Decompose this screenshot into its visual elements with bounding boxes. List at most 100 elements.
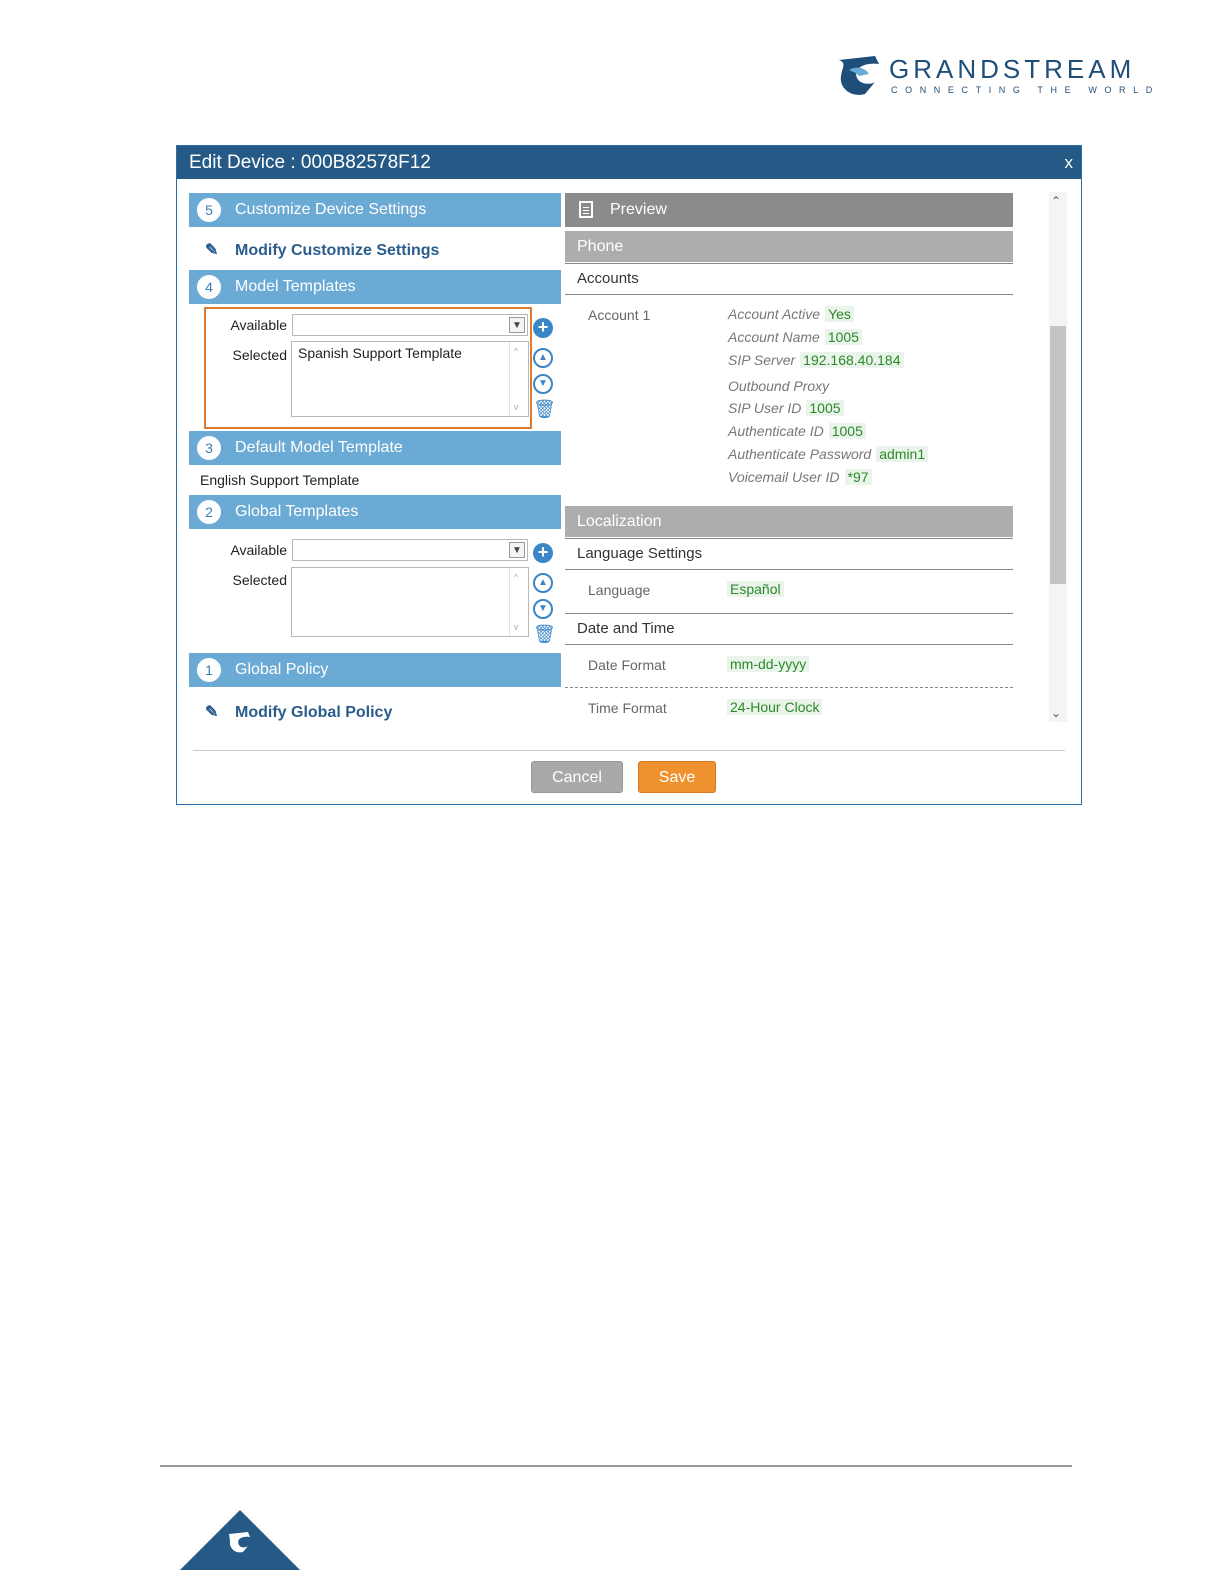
- field-authenticate-password: Authenticate Password admin1: [728, 446, 929, 462]
- grandstream-mark-icon: [229, 1532, 250, 1553]
- section-label: Customize Device Settings: [235, 201, 427, 218]
- time-format-key: Time Format: [588, 700, 667, 716]
- field-sip-user-id: SIP User ID 1005: [728, 400, 844, 416]
- field-value: admin1: [876, 446, 929, 462]
- field-value: 192.168.40.184: [800, 352, 904, 368]
- modify-customize-settings-link[interactable]: ✎ Modify Customize Settings: [205, 240, 439, 260]
- field-value: Yes: [825, 306, 854, 322]
- global-selected-list[interactable]: ^ v: [291, 567, 529, 637]
- section-global-policy[interactable]: 1 Global Policy: [189, 653, 561, 687]
- pencil-icon: ✎: [205, 704, 219, 721]
- step-number: 5: [197, 198, 221, 222]
- save-button[interactable]: Save: [638, 761, 716, 793]
- link-label: Modify Global Policy: [235, 704, 393, 721]
- preview-header: Preview: [565, 193, 1013, 227]
- field-account-name: Account Name 1005: [728, 329, 862, 345]
- list-scrollbar[interactable]: ^ v: [509, 568, 528, 636]
- scroll-up-icon[interactable]: ⌃: [1051, 194, 1061, 208]
- move-up-icon[interactable]: ▲: [533, 348, 553, 368]
- available-label: Available: [230, 317, 287, 333]
- pencil-icon: ✎: [205, 242, 219, 259]
- field-account-active: Account Active Yes: [728, 306, 854, 322]
- field-authenticate-id: Authenticate ID 1005: [728, 423, 866, 439]
- chevron-down-icon[interactable]: ▼: [509, 317, 525, 333]
- section-model-templates[interactable]: 4 Model Templates: [189, 270, 561, 304]
- available-label: Available: [230, 542, 287, 558]
- section-label: Localization: [577, 513, 662, 530]
- step-number: 1: [197, 658, 221, 682]
- dialog-title: Edit Device : 000B82578F12: [189, 152, 431, 173]
- field-outbound-proxy: Outbound Proxy: [728, 378, 846, 394]
- field-key: Voicemail User ID: [728, 469, 840, 485]
- step-number: 2: [197, 500, 221, 524]
- scrollbar-thumb[interactable]: [1050, 326, 1066, 584]
- field-value: 1005: [824, 329, 862, 345]
- field-key: Account Name: [728, 329, 820, 345]
- date-format-value: mm-dd-yyyy: [727, 656, 810, 672]
- dialog-titlebar: Edit Device : 000B82578F12 x: [177, 146, 1081, 179]
- dashed-divider: [565, 687, 1013, 688]
- section-label: Global Templates: [235, 503, 359, 520]
- phone-section-header: Phone: [565, 231, 1013, 262]
- trash-icon[interactable]: 🗑: [533, 624, 556, 644]
- section-global-templates[interactable]: 2 Global Templates: [189, 495, 561, 529]
- document-icon: [579, 201, 593, 218]
- section-label: Phone: [577, 238, 624, 255]
- field-value: 1005: [806, 400, 844, 416]
- field-sip-server: SIP Server 192.168.40.184: [728, 352, 904, 368]
- account-name-label: Account 1: [588, 307, 651, 323]
- modify-global-policy-link[interactable]: ✎ Modify Global Policy: [205, 702, 392, 722]
- language-value: Español: [727, 581, 784, 597]
- add-icon[interactable]: +: [533, 543, 553, 563]
- field-key: SIP User ID: [728, 400, 802, 416]
- field-value: *97: [844, 469, 872, 485]
- trash-icon[interactable]: 🗑: [533, 399, 556, 419]
- add-icon[interactable]: +: [533, 318, 553, 338]
- cancel-button[interactable]: Cancel: [531, 761, 623, 793]
- model-available-select[interactable]: ▼: [292, 314, 528, 336]
- step-number: 3: [197, 436, 221, 460]
- edit-device-dialog: Edit Device : 000B82578F12 x 5 Customize…: [176, 145, 1082, 805]
- list-scrollbar[interactable]: ^ v: [509, 342, 528, 416]
- field-key: Account Active: [728, 306, 821, 322]
- default-model-template-value: English Support Template: [200, 472, 360, 488]
- section-label: Model Templates: [235, 278, 356, 295]
- field-voicemail-user-id: Voicemail User ID *97: [728, 469, 872, 485]
- field-key: Authenticate ID: [728, 423, 824, 439]
- accounts-group: Accounts: [565, 264, 1013, 295]
- group-label: Language Settings: [577, 545, 703, 562]
- language-key: Language: [588, 582, 651, 598]
- field-key: Outbound Proxy: [728, 378, 830, 394]
- section-customize-device-settings[interactable]: 5 Customize Device Settings: [189, 193, 561, 227]
- grandstream-swirl-icon: [839, 56, 879, 95]
- section-label: Default Model Template: [235, 439, 403, 456]
- page-footer-rule: [160, 1465, 1072, 1467]
- language-settings-group: Language Settings: [565, 539, 1013, 570]
- brand-name: GRANDSTREAM: [889, 54, 1136, 84]
- global-available-select[interactable]: ▼: [292, 539, 528, 561]
- footer-divider: [193, 750, 1065, 751]
- move-down-icon[interactable]: ▼: [533, 599, 553, 619]
- localization-section-header: Localization: [565, 506, 1013, 537]
- step-number: 4: [197, 275, 221, 299]
- scroll-down-icon[interactable]: ⌄: [1051, 706, 1061, 720]
- group-label: Accounts: [577, 270, 639, 287]
- field-value: 1005: [828, 423, 866, 439]
- section-default-model-template[interactable]: 3 Default Model Template: [189, 431, 561, 465]
- brand-tagline: CONNECTING THE WORLD: [891, 85, 1160, 95]
- list-item[interactable]: Spanish Support Template: [298, 345, 462, 361]
- section-label: Global Policy: [235, 661, 329, 678]
- move-down-icon[interactable]: ▼: [533, 374, 553, 394]
- field-key: SIP Server: [728, 352, 796, 368]
- date-format-key: Date Format: [588, 657, 666, 673]
- time-format-value: 24-Hour Clock: [727, 699, 823, 715]
- group-label: Date and Time: [577, 620, 675, 637]
- preview-label: Preview: [610, 201, 667, 218]
- field-key: Authenticate Password: [728, 446, 872, 462]
- model-selected-list[interactable]: Spanish Support Template ^ v: [291, 341, 529, 417]
- close-icon[interactable]: x: [1065, 153, 1074, 173]
- selected-label: Selected: [232, 572, 287, 588]
- chevron-down-icon[interactable]: ▼: [509, 542, 525, 558]
- date-time-group: Date and Time: [565, 614, 1013, 645]
- move-up-icon[interactable]: ▲: [533, 573, 553, 593]
